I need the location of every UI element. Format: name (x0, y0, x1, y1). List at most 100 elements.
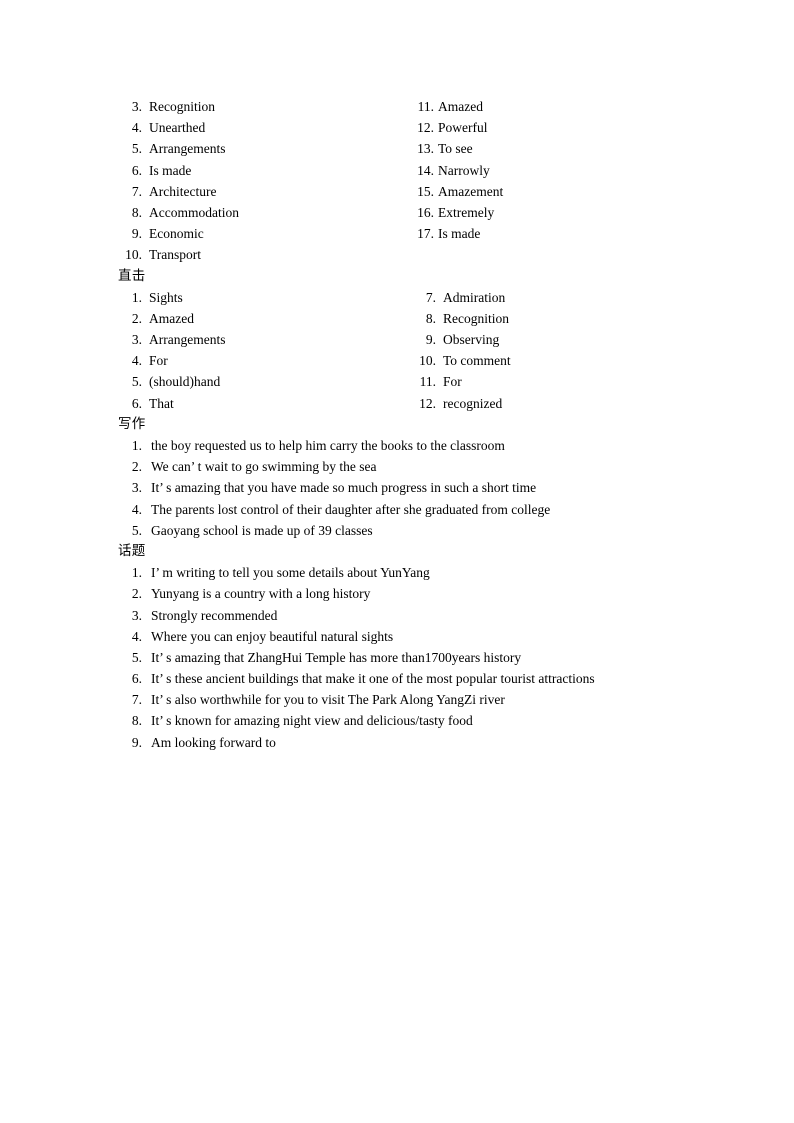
item-number: 15. (417, 183, 434, 199)
list-item: 4. Where you can enjoy beautiful natural … (118, 626, 678, 647)
item-text: Powerful (438, 120, 488, 136)
answer-column-right: 7. Admiration 8. Recognition 9. Observing 1… (412, 287, 511, 414)
item-number: 11. (417, 99, 434, 114)
item-text: Amazed (438, 99, 483, 114)
list-item: 3. Recognition (118, 96, 398, 117)
item-text: recognized (443, 395, 503, 411)
item-number: 7. (425, 289, 436, 305)
item-text: Sights (149, 289, 183, 305)
item-number: 6. (131, 671, 142, 687)
item-number: 4. (131, 501, 142, 517)
item-number: 9. (131, 734, 142, 750)
item-text: It’ s amazing that ZhangHui Temple has m… (151, 649, 522, 665)
item-number: 5. (131, 374, 142, 390)
list-item: 8. Accommodation (118, 202, 398, 223)
list-item: 9. Am looking forward to (118, 732, 678, 753)
item-number: 5. (131, 522, 142, 538)
item-number: 2. (131, 310, 142, 326)
list-item: 5. It’ s amazing that ZhangHui Temple has… (118, 647, 678, 668)
item-number: 8. (131, 713, 142, 729)
item-text: Accommodation (149, 204, 239, 220)
item-number: 10. (125, 247, 142, 263)
item-number: 12. (419, 395, 436, 411)
list-item: 5. Gaoyang school is made up of 39 classe… (118, 520, 678, 541)
list-item: 17. Is made (412, 223, 503, 244)
item-number: 3. (131, 99, 142, 114)
list-item: 13. To see (412, 138, 503, 159)
item-text: Am looking forward to (151, 734, 276, 750)
item-number: 4. (131, 628, 142, 644)
item-number: 1. (131, 438, 142, 453)
item-number: 7. (131, 183, 142, 199)
answer-column-left: 1. Sights 2. Amazed 3. Arrangements 4. For 5… (118, 287, 398, 414)
item-text: Recognition (149, 99, 215, 114)
item-number: 10. (419, 353, 436, 369)
list-item: 11. For (412, 371, 511, 392)
list-item: 12. recognized (412, 393, 511, 414)
item-number: 6. (131, 162, 142, 178)
list-item: 7. It’ s also worthwhile for you to visit… (118, 689, 678, 710)
item-text: Recognition (443, 310, 509, 326)
item-text: Strongly recommended (151, 607, 278, 623)
item-number: 1. (131, 289, 142, 305)
list-item: 7. Architecture (118, 181, 398, 202)
item-number: 17. (417, 226, 434, 242)
section-heading-zhiji: 直击 (118, 267, 146, 284)
item-number: 9. (425, 332, 436, 348)
answer-column-left: 3. Recognition 4. Unearthed 5. Arrangements… (118, 96, 398, 266)
item-number: 6. (131, 395, 142, 411)
list-item: 9. Economic (118, 223, 398, 244)
list-item: 10. To comment (412, 350, 511, 371)
item-text: Transport (149, 247, 202, 263)
item-text: I’ m writing to tell you some details ab… (151, 565, 430, 581)
list-item: 1. I’ m writing to tell you some details … (118, 562, 678, 583)
item-number: 11. (419, 374, 436, 390)
list-item: 5. Arrangements (118, 138, 398, 159)
item-text: Observing (443, 332, 500, 348)
item-number: 3. (131, 480, 142, 496)
item-text: We can’ t wait to go swimming by the sea (151, 459, 377, 475)
item-number: 3. (131, 607, 142, 623)
item-text: Economic (149, 226, 204, 242)
item-text: Amazed (149, 310, 194, 326)
item-number: 8. (131, 204, 142, 220)
item-number: 7. (131, 692, 142, 708)
item-number: 16. (417, 204, 434, 220)
item-number: 4. (131, 353, 142, 369)
item-text: That (149, 395, 174, 411)
list-item: 3. It’ s amazing that you have made so mu… (118, 477, 678, 498)
item-text: For (149, 353, 168, 369)
list-item: 6. Is made (118, 160, 398, 181)
list-item: 14. Narrowly (412, 160, 503, 181)
item-text: It’ s known for amazing night view and d… (151, 713, 473, 729)
item-text: Arrangements (149, 332, 226, 348)
item-number: 13. (417, 141, 434, 157)
list-item: 3. Arrangements (118, 329, 398, 350)
item-number: 4. (131, 120, 142, 136)
item-text: Is made (438, 226, 481, 242)
item-text: It’ s amazing that you have made so much… (151, 480, 537, 496)
item-text: It’ s these ancient buildings that make … (151, 671, 595, 687)
document-content: 3. Recognition 4. Unearthed 5. Arrangements… (118, 96, 678, 753)
answer-block-vocabulary: 3. Recognition 4. Unearthed 5. Arrangements… (118, 96, 678, 266)
list-item: 2. Amazed (118, 308, 398, 329)
item-number: 2. (131, 586, 142, 602)
item-text: Unearthed (149, 120, 206, 136)
list-item: 12. Powerful (412, 117, 503, 138)
item-number: 14. (417, 162, 434, 178)
answer-column-right: 11. Amazed 12. Powerful 13. To see 14. Narro… (412, 96, 503, 244)
item-text: To see (438, 141, 473, 157)
list-item: 1. the boy requested us to help him carry… (118, 435, 678, 456)
answer-list-left: 3. Recognition 4. Unearthed 5. Arrangements… (118, 96, 398, 266)
section-heading-xiezuo: 写作 (118, 415, 146, 432)
item-number: 3. (131, 332, 142, 348)
list-item: 7. Admiration (412, 287, 511, 308)
answer-list-right: 11. Amazed 12. Powerful 13. To see 14. Narro… (412, 96, 503, 244)
list-item: 4. Unearthed (118, 117, 398, 138)
item-text: Extremely (438, 204, 495, 220)
item-text: For (443, 374, 462, 390)
item-number: 2. (131, 459, 142, 475)
list-item: 1. Sights (118, 287, 398, 308)
item-text: Narrowly (438, 162, 490, 178)
section-heading-huati: 话题 (118, 542, 146, 559)
